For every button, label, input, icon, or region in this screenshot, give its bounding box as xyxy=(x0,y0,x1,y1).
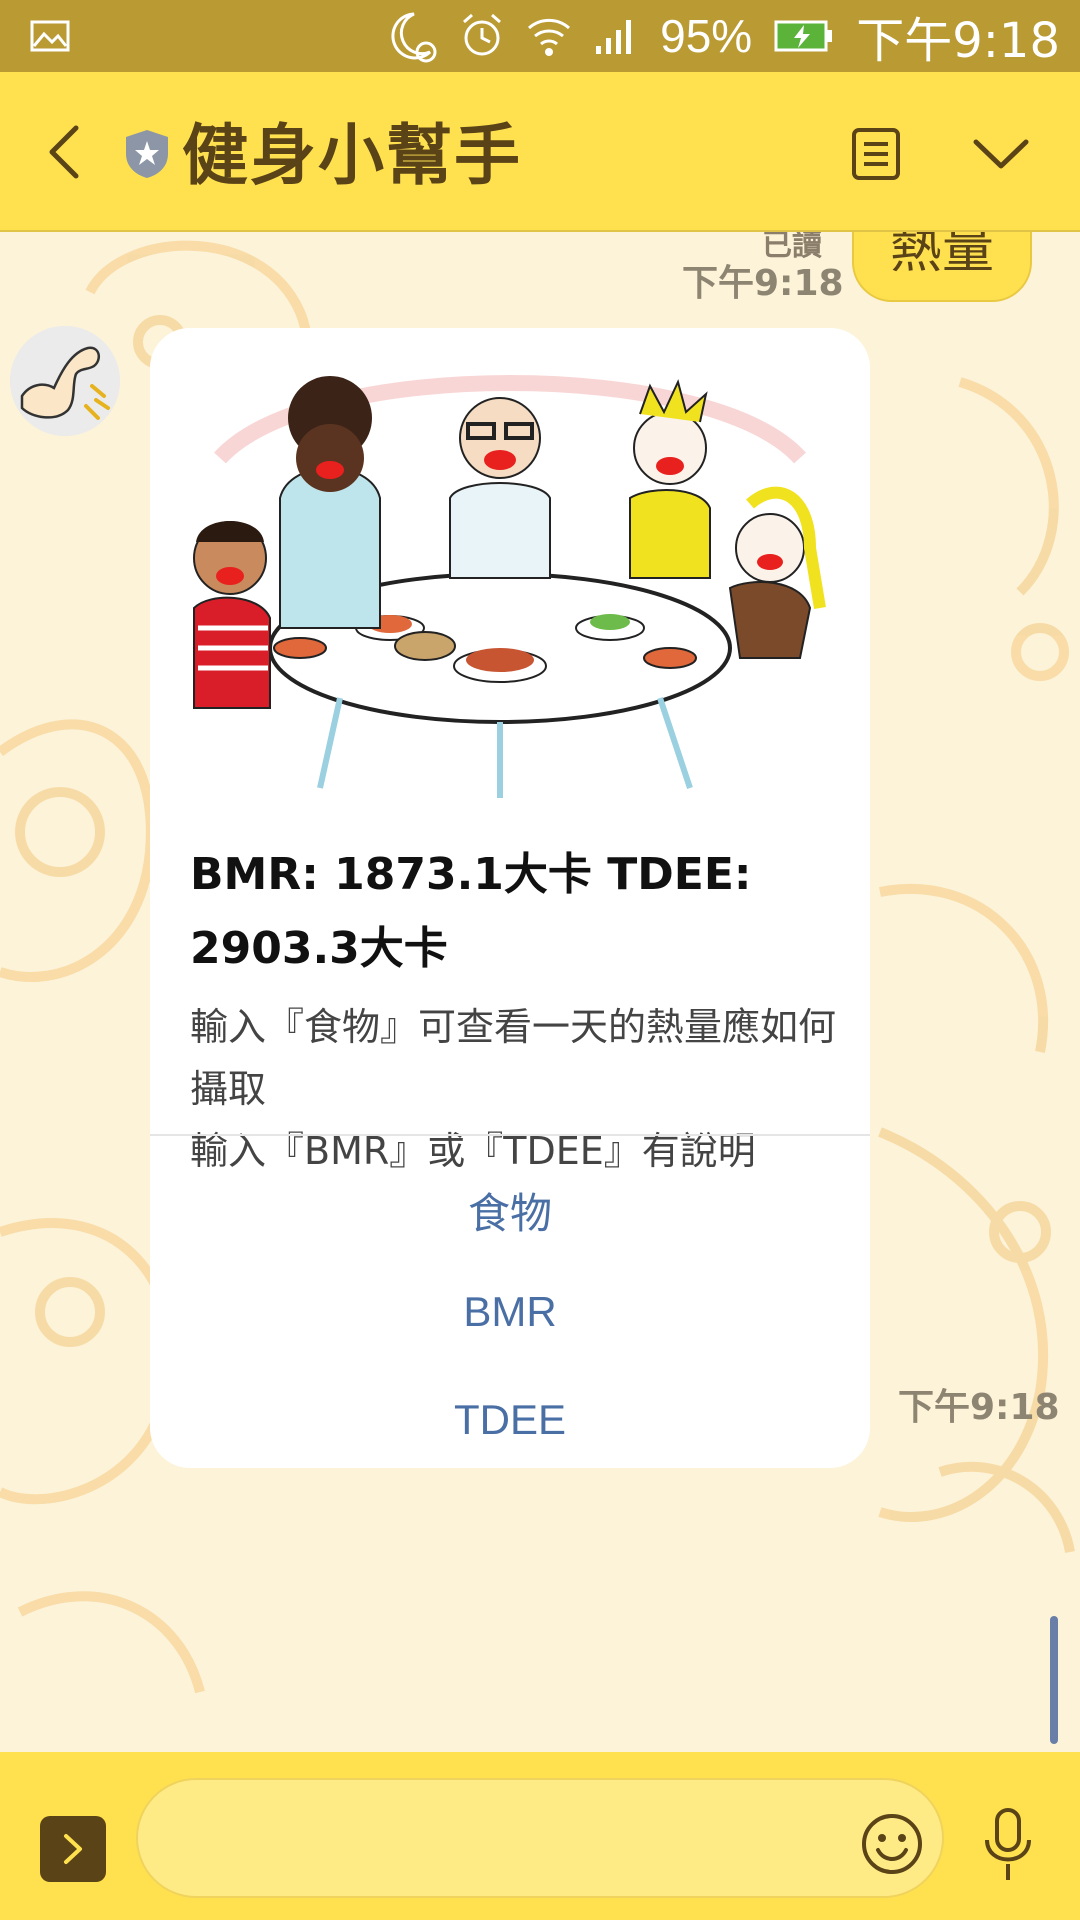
card-divider xyxy=(150,1134,870,1136)
do-not-disturb-icon xyxy=(391,12,437,63)
received-message-time: 下午9:18 xyxy=(898,1387,1060,1428)
status-right: 95% 下午9:18 xyxy=(388,1,1060,71)
family-dinner-illustration xyxy=(150,328,870,808)
emoji-icon xyxy=(862,1814,922,1874)
status-bar: 95% 下午9:18 xyxy=(0,0,1080,72)
action-bmr-button[interactable]: BMR xyxy=(150,1288,870,1336)
chat-scrollbar[interactable] xyxy=(1050,1616,1058,1744)
alarm-icon xyxy=(463,13,502,56)
image-icon xyxy=(30,20,70,52)
microphone-icon xyxy=(985,1808,1031,1880)
card-title: BMR: 1873.1大卡 TDEE: 2903.3大卡 xyxy=(190,849,752,974)
shield-star-icon xyxy=(126,130,168,178)
microphone-button[interactable] xyxy=(982,1806,1034,1886)
chat-area[interactable]: 已讀 下午9:18 熱量 BMR: 1873.1大卡 TDEE: 2903.3大… xyxy=(0,232,1080,1752)
action-tdee-button[interactable]: TDEE xyxy=(150,1396,870,1444)
back-button[interactable] xyxy=(34,112,94,192)
message-input-bar xyxy=(0,1752,1080,1920)
sent-message-text: 熱量 xyxy=(889,232,994,280)
notes-button[interactable] xyxy=(850,126,902,182)
chevron-down-icon xyxy=(973,139,1029,169)
chevron-left-icon xyxy=(49,125,79,179)
sent-message-time: 下午9:18 xyxy=(682,263,844,304)
emoji-button[interactable] xyxy=(860,1812,924,1876)
chat-menu-button[interactable] xyxy=(972,134,1030,174)
expand-menu-button[interactable] xyxy=(40,1816,106,1882)
notes-icon xyxy=(852,128,900,180)
action-food-button[interactable]: 食物 xyxy=(150,1180,870,1241)
message-input[interactable] xyxy=(136,1778,944,1898)
flexed-arm-icon xyxy=(10,326,120,436)
battery-percent: 95% xyxy=(660,10,753,62)
bot-avatar[interactable] xyxy=(10,326,120,436)
flex-message-card: BMR: 1873.1大卡 TDEE: 2903.3大卡 輸入『食物』可查看一天… xyxy=(150,328,870,1468)
wifi-icon xyxy=(528,18,571,56)
signal-icon xyxy=(596,20,632,54)
battery-charging-icon xyxy=(774,20,833,52)
card-description: 輸入『食物』可查看一天的熱量應如何攝取 輸入『BMR』或『TDEE』有說明 xyxy=(190,1005,837,1173)
chevron-right-icon xyxy=(64,1834,82,1864)
chat-header: 健身小幫手 xyxy=(0,72,1080,232)
status-time: 下午9:18 xyxy=(856,13,1060,69)
status-left xyxy=(30,20,70,52)
chat-title: 健身小幫手 xyxy=(182,117,522,194)
sent-message-bubble[interactable]: 熱量 xyxy=(852,232,1032,302)
